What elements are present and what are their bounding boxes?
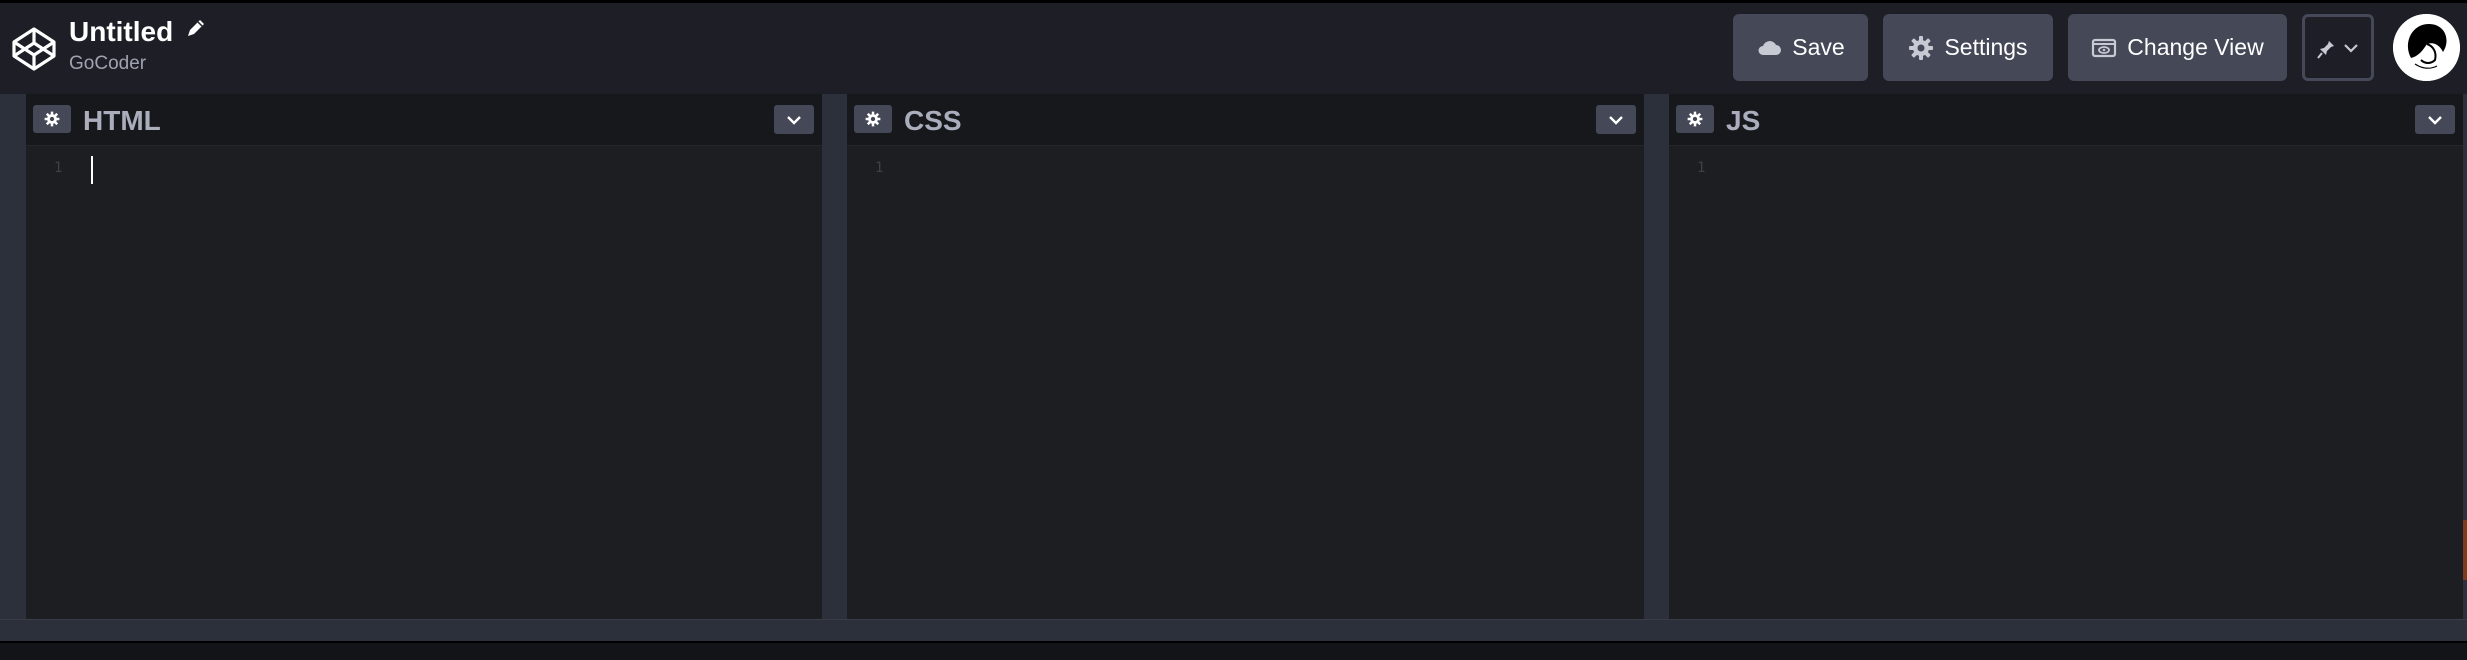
header: Untitled GoCoder Save Settings Change Vi… [0,0,2467,94]
change-view-button[interactable]: Change View [2068,14,2287,81]
cloud-icon [1758,40,1782,55]
css-pane-title: CSS [904,105,962,136]
layout-view-icon [2092,38,2117,57]
gear-icon [1909,35,1934,60]
css-settings-button[interactable] [854,105,892,133]
html-settings-button[interactable] [33,105,71,133]
js-code-area[interactable] [1724,147,2463,619]
chevron-down-icon [787,115,801,125]
chevron-down-icon [1609,115,1623,125]
app-root: Untitled GoCoder Save Settings Change Vi… [0,0,2467,660]
pen-owner[interactable]: GoCoder [69,53,208,75]
left-gutter [0,94,26,619]
pane-resize-handle[interactable] [1644,94,1669,619]
gear-icon [1687,111,1703,127]
preview-resize-bar[interactable] [0,619,2467,641]
js-editor-pane: JS 1 [1669,94,2463,619]
line-number: 1 [54,160,63,176]
html-pane-title: HTML [83,105,161,136]
html-collapse-button[interactable] [774,105,814,134]
change-view-label: Change View [2127,34,2264,60]
codepen-logo-icon[interactable] [10,25,58,73]
line-number: 1 [1697,160,1706,176]
settings-button[interactable]: Settings [1883,14,2053,81]
js-pane-header: JS [1669,94,2463,146]
html-pane-header: HTML [26,94,822,146]
css-collapse-button[interactable] [1596,105,1636,134]
pin-menu-button[interactable] [2302,14,2374,81]
chevron-down-icon [2428,115,2442,125]
css-editor-pane: CSS 1 [847,94,1644,619]
html-code-area[interactable] [81,147,822,619]
save-label: Save [1792,34,1845,60]
line-number: 1 [875,160,884,176]
pane-resize-handle[interactable] [822,94,847,619]
user-avatar[interactable] [2393,14,2460,81]
editor-area: HTML 1 CSS 1 JS 1 [0,94,2467,619]
save-button[interactable]: Save [1733,14,1868,81]
footer-bar [0,641,2467,660]
css-code-area[interactable] [902,147,1644,619]
gear-icon [44,111,60,127]
settings-label: Settings [1944,34,2028,60]
css-pane-header: CSS [847,94,1644,146]
pencil-icon[interactable] [184,16,208,40]
edge-accent [2463,520,2467,580]
js-collapse-button[interactable] [2415,105,2455,134]
gear-icon [865,111,881,127]
pin-icon [2317,37,2334,59]
js-pane-title: JS [1726,105,1761,136]
chevron-down-icon [2344,43,2358,53]
title-block: Untitled GoCoder [69,15,208,75]
html-editor-pane: HTML 1 [26,94,822,619]
pen-title[interactable]: Untitled [69,15,173,49]
avatar-image [2393,14,2460,81]
js-settings-button[interactable] [1676,105,1714,133]
